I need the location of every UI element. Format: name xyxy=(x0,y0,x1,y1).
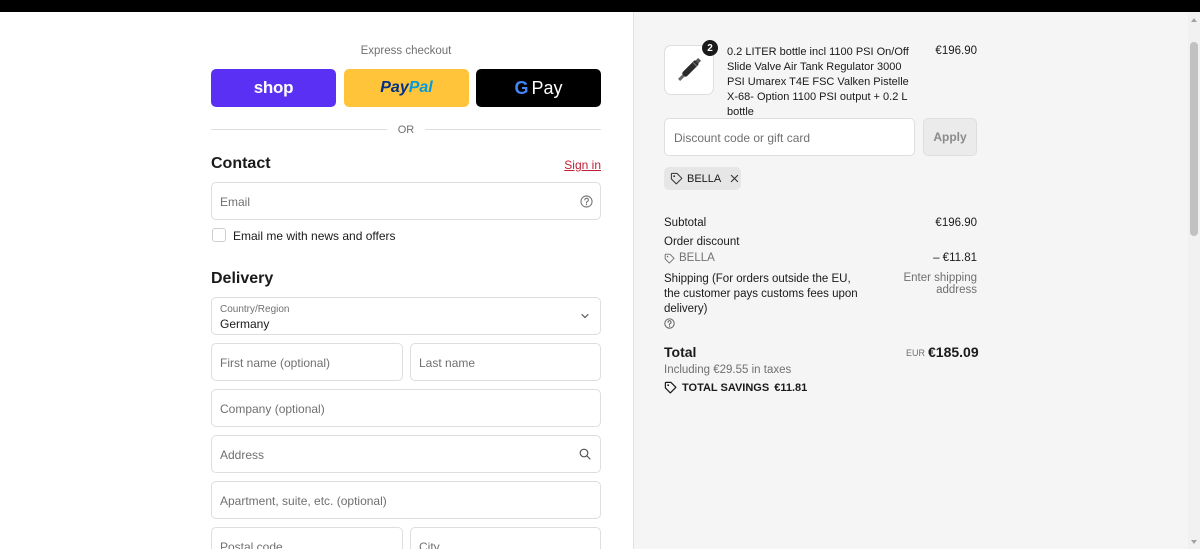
google-g-icon: G xyxy=(514,77,529,98)
country-select[interactable]: Country/Region Germany xyxy=(211,297,601,335)
page-scrollbar[interactable] xyxy=(1188,12,1200,549)
newsletter-label: Email me with news and offers xyxy=(233,229,396,243)
scroll-down-arrow-icon[interactable] xyxy=(1191,540,1197,544)
order-discount-label: Order discount xyxy=(664,236,740,248)
savings-label: TOTAL SAVINGS xyxy=(682,381,770,394)
search-icon xyxy=(578,447,592,461)
tax-note: Including €29.55 in taxes xyxy=(664,364,792,376)
address-field[interactable]: Address xyxy=(211,435,601,473)
quantity-badge: 2 xyxy=(702,40,718,56)
apply-discount-button[interactable]: Apply xyxy=(923,118,977,156)
paypal-logo-part2: Pal xyxy=(408,79,433,96)
discount-amount: – €11.81 xyxy=(933,252,977,264)
chevron-down-icon xyxy=(578,309,592,323)
product-price: €196.90 xyxy=(935,45,977,57)
subtotal-value: €196.90 xyxy=(935,217,977,229)
tag-icon xyxy=(670,172,683,185)
email-field[interactable]: Email xyxy=(211,182,601,220)
shipping-help-icon[interactable] xyxy=(664,318,675,329)
savings-tag-icon xyxy=(664,381,677,394)
or-divider-right xyxy=(425,129,601,130)
total-value: €185.09 xyxy=(928,344,979,360)
last-name-placeholder: Last name xyxy=(419,356,476,370)
air-tank-image xyxy=(678,57,702,81)
paypal-logo-part1: Pay xyxy=(380,79,409,96)
newsletter-checkbox[interactable] xyxy=(212,228,226,242)
product-title: 0.2 LITER bottle incl 1100 PSI On/Off Sl… xyxy=(727,46,909,118)
last-name-field[interactable]: Last name xyxy=(410,343,601,381)
total-label: Total xyxy=(664,344,697,360)
express-checkout-label: Express checkout xyxy=(360,45,452,57)
scroll-thumb[interactable] xyxy=(1190,42,1198,236)
city-placeholder: City xyxy=(419,540,440,549)
applied-discount-chip: BELLA xyxy=(664,167,741,190)
shop-pay-button[interactable]: shop xyxy=(211,69,336,107)
contact-heading: Contact xyxy=(211,155,271,172)
total-currency: EUR xyxy=(905,348,925,358)
savings-value: €11.81 xyxy=(774,381,808,394)
country-value: Germany xyxy=(220,317,270,331)
browser-top-bar xyxy=(0,0,1200,12)
applied-discount-code: BELLA xyxy=(687,172,722,185)
google-pay-button[interactable]: G Pay xyxy=(476,69,601,107)
postal-code-field[interactable]: Postal code xyxy=(211,527,403,549)
subtotal-label: Subtotal xyxy=(664,217,707,229)
sign-in-link[interactable]: Sign in xyxy=(560,158,601,172)
discount-code-row: BELLA xyxy=(664,252,715,264)
paypal-button[interactable]: Pay Pal xyxy=(344,69,469,107)
first-name-field[interactable]: First name (optional) xyxy=(211,343,403,381)
company-field[interactable]: Company (optional) xyxy=(211,389,601,427)
shipping-value: Enter shipping address xyxy=(903,272,977,296)
first-name-placeholder: First name (optional) xyxy=(220,356,331,370)
scroll-up-arrow-icon[interactable] xyxy=(1191,18,1197,22)
or-divider-left xyxy=(211,129,387,130)
help-circle-icon[interactable] xyxy=(579,194,593,208)
company-placeholder: Company (optional) xyxy=(220,402,325,416)
shipping-label: Shipping (For orders outside the EU, the… xyxy=(664,273,858,315)
address-placeholder: Address xyxy=(220,448,265,462)
country-caption: Country/Region xyxy=(220,304,290,315)
email-placeholder: Email xyxy=(220,195,251,209)
remove-discount-icon[interactable] xyxy=(730,174,739,183)
google-pay-label: Pay xyxy=(531,77,563,98)
postal-code-placeholder: Postal code xyxy=(220,540,283,549)
tag-icon xyxy=(664,253,675,264)
city-field[interactable]: City xyxy=(410,527,601,549)
apartment-field[interactable]: Apartment, suite, etc. (optional) xyxy=(211,481,601,519)
total-savings: TOTAL SAVINGS €11.81 xyxy=(664,381,807,394)
apartment-placeholder: Apartment, suite, etc. (optional) xyxy=(220,494,387,508)
shop-pay-logo: shop xyxy=(253,78,294,97)
discount-placeholder: Discount code or gift card xyxy=(674,131,811,145)
delivery-heading: Delivery xyxy=(211,270,274,287)
discount-code-input[interactable]: Discount code or gift card xyxy=(664,118,915,156)
discount-code-name: BELLA xyxy=(679,252,715,264)
or-divider-text: OR xyxy=(397,124,415,136)
